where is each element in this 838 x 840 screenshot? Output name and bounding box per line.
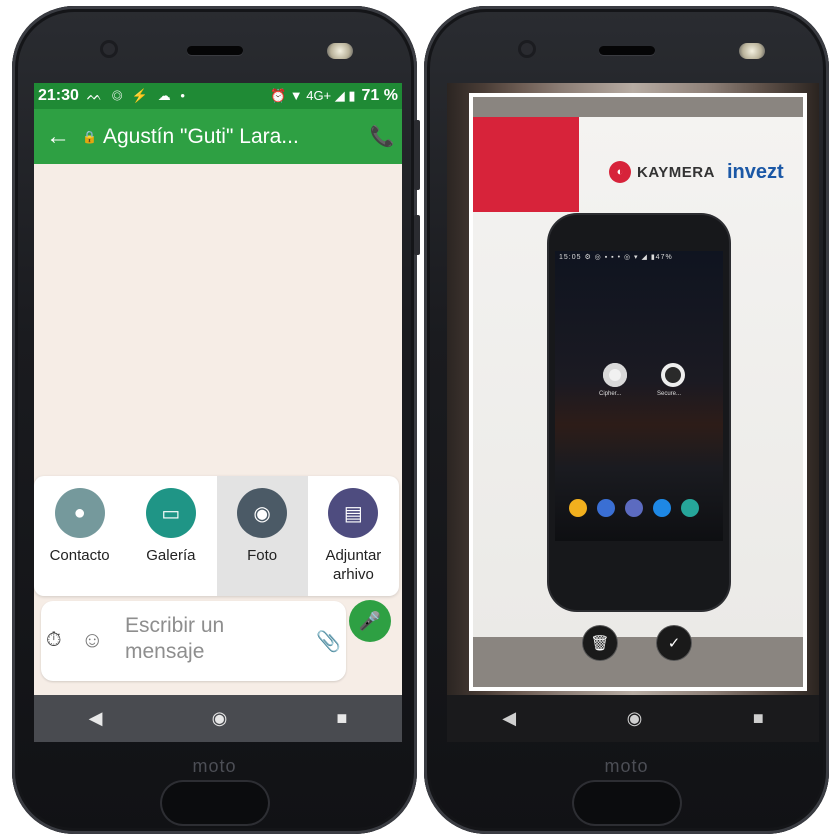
captured-photo: ◐ KAYMERA invezt 15:05 ⚙ ◎ ▪ ▪ • ◎ ▾ ◢ ▮… [469,93,807,691]
volume-button[interactable] [414,120,420,190]
cipher-app-icon [603,363,627,387]
attach-photo-button[interactable]: ◉ Foto [216,476,308,596]
photo-phone-status: 15:05 ⚙ ◎ ▪ ▪ • ◎ ▾ ◢ ▮47% [559,254,673,261]
attach-file-button[interactable]: ▤ Adjuntar arhivo [308,476,399,596]
attach-gallery-button[interactable]: ▭ Galería [125,476,216,596]
speaker-grill [186,46,243,55]
dock-app-icon [681,499,699,517]
front-camera [100,40,118,58]
attach-contact-button[interactable]: ● Contacto [34,476,125,596]
photo-brand-logos: ◐ KAYMERA invezt [609,157,799,187]
attachment-menu: ● Contacto ▭ Galería ◉ Foto ▤ Adjuntar ar… [34,476,399,596]
phone-call-icon[interactable]: 📞 [362,124,402,149]
emoji-icon[interactable]: ☺ [81,627,103,653]
dock-app-icon [625,499,643,517]
attach-photo-label: Foto [247,547,278,564]
battery-level: 71 % [361,87,398,104]
status-time: 21:30 [38,87,79,104]
invezt-wordmark: invezt [726,160,784,183]
message-compose-box[interactable]: ⏱ ☺ Escribir un mensaje 📎 [41,601,346,681]
fingerprint-sensor[interactable] [159,780,270,826]
person-icon: ● [54,488,105,538]
front-camera [518,40,536,58]
microphone-button[interactable]: 🎤 [349,600,391,642]
paperclip-icon[interactable]: 📎 [316,629,341,654]
nav-bar: ◀ ◉ ■ [34,695,402,742]
left-screen: 21:30 ᨓ ◎ ⚡ ☁ • ⏰ ▼ 4G+ ◢ ▮ 71 % ← 🔒 Agu… [34,83,402,742]
image-icon: ▭ [145,488,196,538]
lock-icon: 🔒 [82,129,97,144]
attach-contact-label: Contacto [49,547,110,564]
notification-icons: ᨓ ◎ ⚡ ☁ • [86,88,188,103]
back-arrow-icon[interactable]: ← [34,123,82,151]
camera-shutter-icon: ◉ [237,488,288,538]
delete-photo-button[interactable]: 🗑 [583,626,617,660]
right-screen: ◐ KAYMERA invezt 15:05 ⚙ ◎ ▪ ▪ • ◎ ▾ ◢ ▮… [447,83,819,742]
attach-gallery-label: Galería [146,547,196,564]
secure-app-icon [661,363,685,387]
attach-file-label: Adjuntar arhivo [325,547,382,583]
nav-back-icon[interactable]: ◀ [502,708,516,729]
nav-bar: ◀ ◉ ■ [447,695,819,742]
brand-logo: moto [604,756,649,776]
nav-recents-icon[interactable]: ■ [753,708,764,729]
front-flash [739,43,765,59]
confirm-photo-button[interactable]: ✓ [657,626,691,660]
dock-app-icon [653,499,671,517]
document-icon: ▤ [328,488,379,538]
timer-icon[interactable]: ⏱ [46,629,62,652]
nav-recents-icon[interactable]: ■ [337,708,348,729]
cipher-app-label: Cipher... [599,391,622,397]
speaker-grill [598,46,655,55]
kaymera-logo-icon: ◐ [609,161,631,183]
fingerprint-sensor[interactable] [571,780,682,826]
photo-phone-screen: 15:05 ⚙ ◎ ▪ ▪ • ◎ ▾ ◢ ▮47% Cipher... Sec… [555,251,723,541]
nav-home-icon[interactable]: ◉ [212,708,228,729]
power-button[interactable] [414,215,420,255]
message-input[interactable]: Escribir un mensaje [125,613,305,665]
system-icons: ⏰ ▼ 4G+ ◢ ▮ [269,88,356,103]
brand-logo: moto [192,756,237,776]
photo-depicted-phone: 15:05 ⚙ ◎ ▪ ▪ • ◎ ▾ ◢ ▮47% Cipher... Sec… [549,215,729,610]
secure-app-label: Secure... [657,391,682,397]
kaymera-wordmark: KAYMERA [637,163,715,181]
contact-name[interactable]: Agustín "Guti" Lara... [103,125,362,149]
nav-home-icon[interactable]: ◉ [627,708,643,729]
nav-back-icon[interactable]: ◀ [89,708,103,729]
front-flash [327,43,353,59]
chat-header: ← 🔒 Agustín "Guti" Lara... 📞 [34,109,402,164]
status-bar: 21:30 ᨓ ◎ ⚡ ☁ • ⏰ ▼ 4G+ ◢ ▮ 71 % [34,83,402,109]
dock-app-icon [569,499,587,517]
photo-red-block [473,117,579,212]
dock-app-icon [597,499,615,517]
